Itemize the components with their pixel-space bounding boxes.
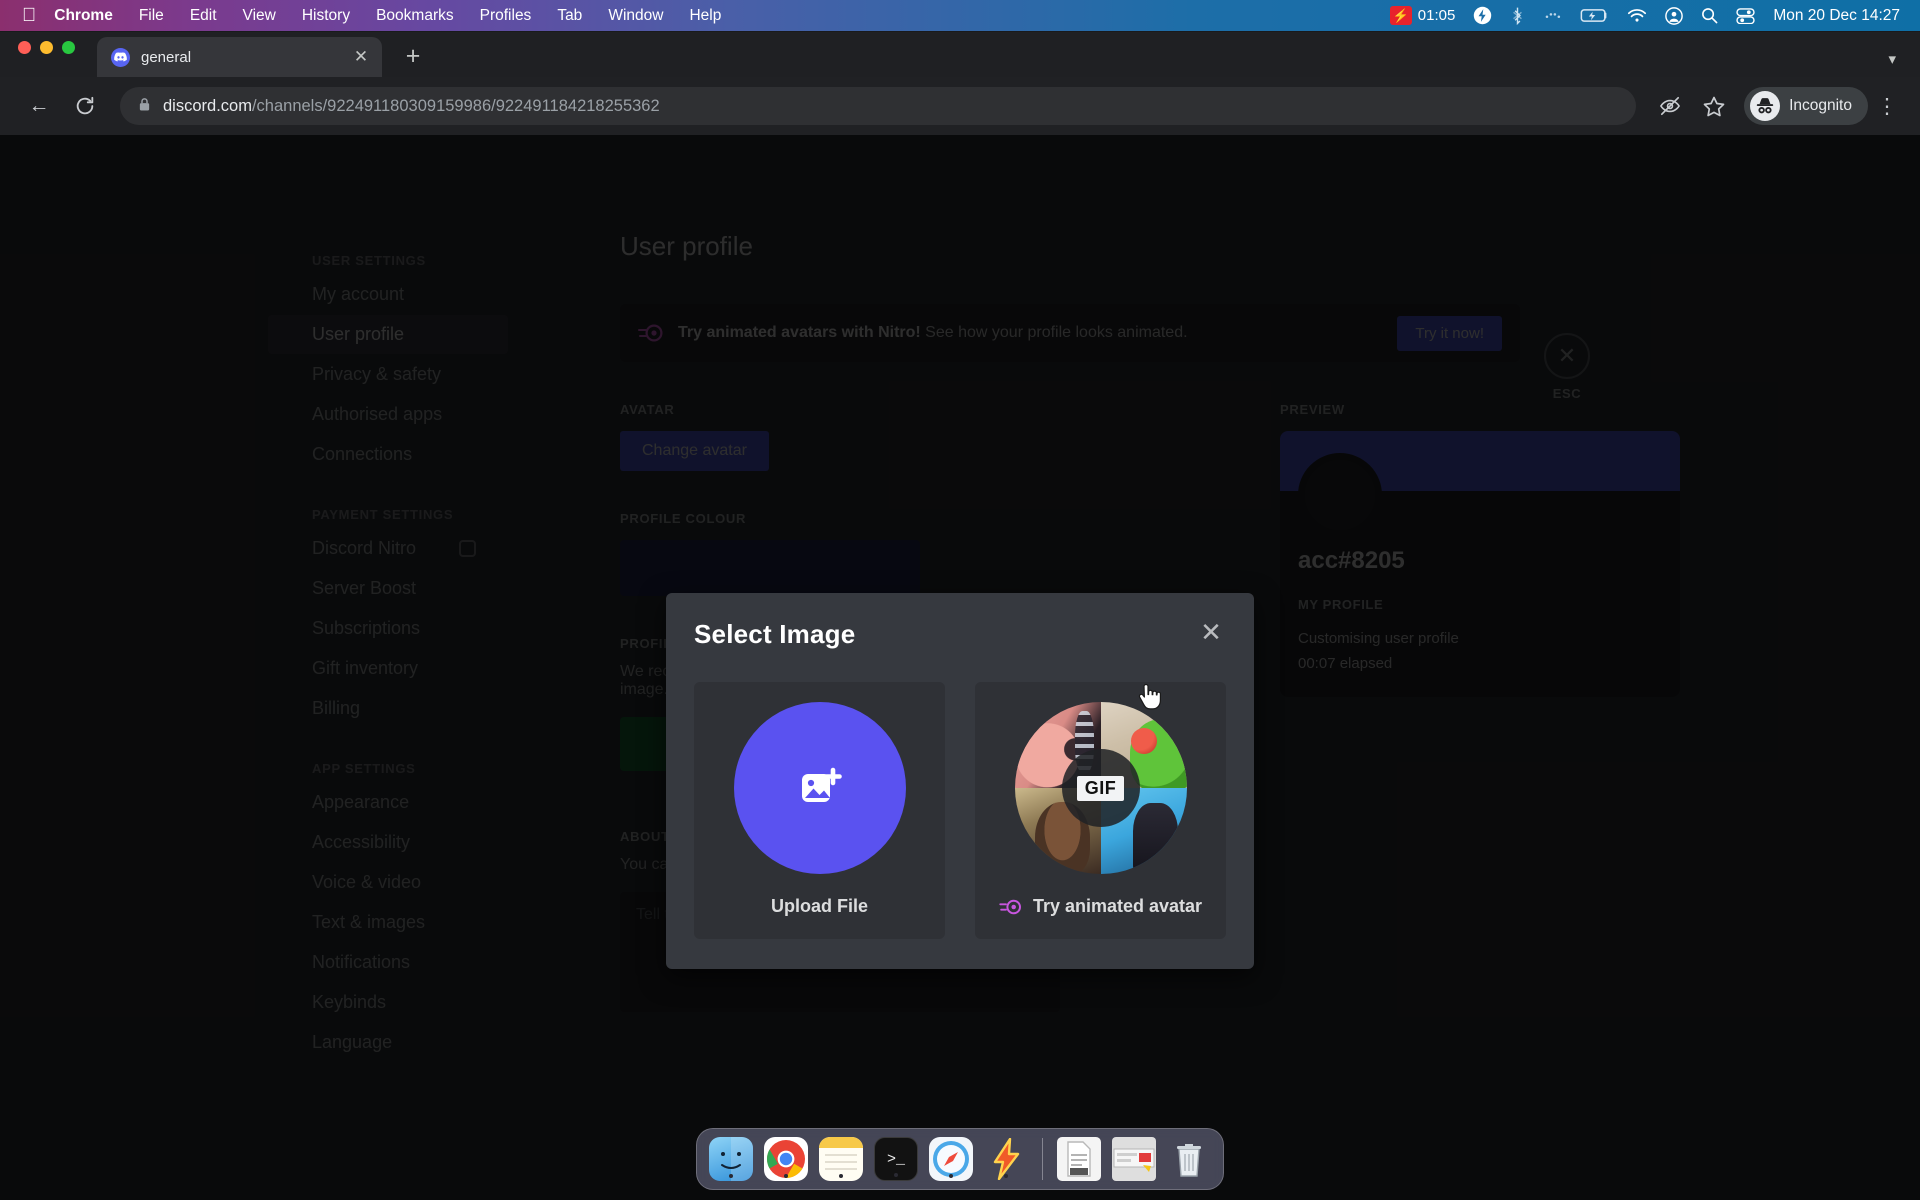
discord-icon <box>111 47 130 67</box>
control-center-icon[interactable] <box>1736 7 1756 24</box>
chrome-icon[interactable] <box>764 1137 808 1181</box>
minimize-button[interactable] <box>40 40 53 54</box>
menu-item-edit[interactable]: Edit <box>177 7 230 25</box>
close-button[interactable] <box>18 40 31 54</box>
modal-card-list: Upload File GIF Try animated avatar <box>694 682 1226 939</box>
menu-bar-status-area: ⚡ 01:05 Mon 20 Dec 14:27 <box>1372 6 1920 25</box>
apple-logo-icon[interactable]:  <box>22 6 36 25</box>
discord-settings-page: USER SETTINGS My account User profile Pr… <box>0 135 1920 1200</box>
select-image-modal: Select Image ✕ Upload File GIF Try anima… <box>666 593 1254 969</box>
bluetooth-icon[interactable] <box>1510 6 1525 25</box>
menu-item-window[interactable]: Window <box>595 7 676 25</box>
running-indicator <box>894 1173 898 1177</box>
running-indicator <box>1004 1174 1008 1178</box>
arrow-left-icon[interactable]: ← <box>18 85 60 127</box>
running-indicator <box>784 1174 788 1178</box>
lightning-app-icon[interactable] <box>984 1137 1028 1181</box>
try-animated-avatar-label: Try animated avatar <box>1032 896 1203 916</box>
document-icon[interactable] <box>1057 1137 1101 1181</box>
animated-avatar-collage: GIF <box>1014 702 1187 874</box>
menu-bar-clock[interactable]: Mon 20 Dec 14:27 <box>1773 7 1900 25</box>
recording-icon: ⚡ <box>1389 6 1412 25</box>
menu-item-view[interactable]: View <box>230 7 289 25</box>
browser-tab-strip: general ✕ + ▾ <box>0 31 1920 77</box>
gif-badge-overlay: GIF <box>1061 749 1140 827</box>
image-plus-icon <box>801 767 842 802</box>
modal-title: Select Image <box>694 619 856 649</box>
gif-badge: GIF <box>1076 775 1125 801</box>
bolt-icon[interactable] <box>1473 6 1492 25</box>
tab-title: general <box>141 48 192 66</box>
macos-menu-bar:  Chrome File Edit View History Bookmark… <box>0 0 1920 31</box>
menu-item-tab[interactable]: Tab <box>544 7 595 25</box>
url-text: discord.com/channels/922491180309159986/… <box>163 97 660 116</box>
running-indicator <box>839 1174 843 1178</box>
dots-status-icon[interactable] <box>1543 9 1562 23</box>
eye-slash-icon[interactable] <box>1650 86 1690 126</box>
menu-item-help[interactable]: Help <box>676 7 734 25</box>
user-account-icon[interactable] <box>1665 6 1684 25</box>
upload-file-card[interactable]: Upload File <box>694 682 945 939</box>
window-traffic-lights <box>18 31 75 77</box>
menu-item-chrome[interactable]: Chrome <box>54 7 126 25</box>
screen-recording-indicator[interactable]: ⚡ 01:05 <box>1389 6 1456 25</box>
bookmark-star-icon[interactable] <box>1694 86 1734 126</box>
terminal-icon[interactable]: >_ <box>874 1137 918 1181</box>
safari-icon[interactable] <box>929 1137 973 1181</box>
url-domain: discord.com <box>163 96 252 115</box>
notes-icon[interactable] <box>819 1137 863 1181</box>
menu-item-bookmarks[interactable]: Bookmarks <box>363 7 467 25</box>
incognito-icon <box>1750 91 1781 121</box>
upload-file-label: Upload File <box>770 896 868 916</box>
pointer-hand-cursor <box>1136 683 1162 713</box>
incognito-profile-button[interactable]: Incognito <box>1744 87 1868 125</box>
try-animated-avatar-label-row: Try animated avatar <box>999 896 1202 917</box>
trash-icon[interactable] <box>1167 1137 1211 1181</box>
plus-icon[interactable]: + <box>398 44 428 69</box>
close-icon[interactable]: ✕ <box>350 47 372 67</box>
chevron-down-icon[interactable]: ▾ <box>1888 50 1896 68</box>
try-animated-avatar-card[interactable]: GIF Try animated avatar <box>975 682 1226 939</box>
browser-tab-general[interactable]: general ✕ <box>97 37 382 77</box>
menu-item-history[interactable]: History <box>289 7 363 25</box>
wifi-icon[interactable] <box>1627 8 1647 23</box>
recording-time: 01:05 <box>1417 7 1456 24</box>
battery-charging-icon[interactable] <box>1580 8 1609 23</box>
macos-dock: >_ <box>696 1128 1224 1190</box>
close-icon[interactable]: ✕ <box>1196 619 1226 645</box>
chrome-browser-window: general ✕ + ▾ ← discord.com/channels/922… <box>0 31 1920 1200</box>
lock-icon <box>138 97 151 115</box>
search-icon[interactable] <box>1701 7 1718 24</box>
url-path: /channels/922491180309159986/92249118421… <box>251 96 660 115</box>
maximize-button[interactable] <box>62 40 75 54</box>
menu-item-profiles[interactable]: Profiles <box>467 7 545 25</box>
running-indicator <box>729 1174 733 1178</box>
browser-toolbar: ← discord.com/channels/92249118030915998… <box>0 77 1920 135</box>
menu-item-file[interactable]: File <box>126 7 177 25</box>
dock-divider <box>1042 1138 1043 1180</box>
incognito-label: Incognito <box>1789 97 1852 114</box>
modal-header: Select Image ✕ <box>694 619 1226 650</box>
reload-icon[interactable] <box>64 85 106 127</box>
upload-circle <box>733 702 906 874</box>
kebab-menu-icon[interactable]: ⋮ <box>1872 94 1902 119</box>
address-bar[interactable]: discord.com/channels/922491180309159986/… <box>120 87 1637 125</box>
running-indicator <box>949 1174 953 1178</box>
screenshot-thumbnail[interactable] <box>1112 1137 1156 1181</box>
finder-icon[interactable] <box>709 1137 753 1181</box>
nitro-icon <box>999 898 1023 916</box>
